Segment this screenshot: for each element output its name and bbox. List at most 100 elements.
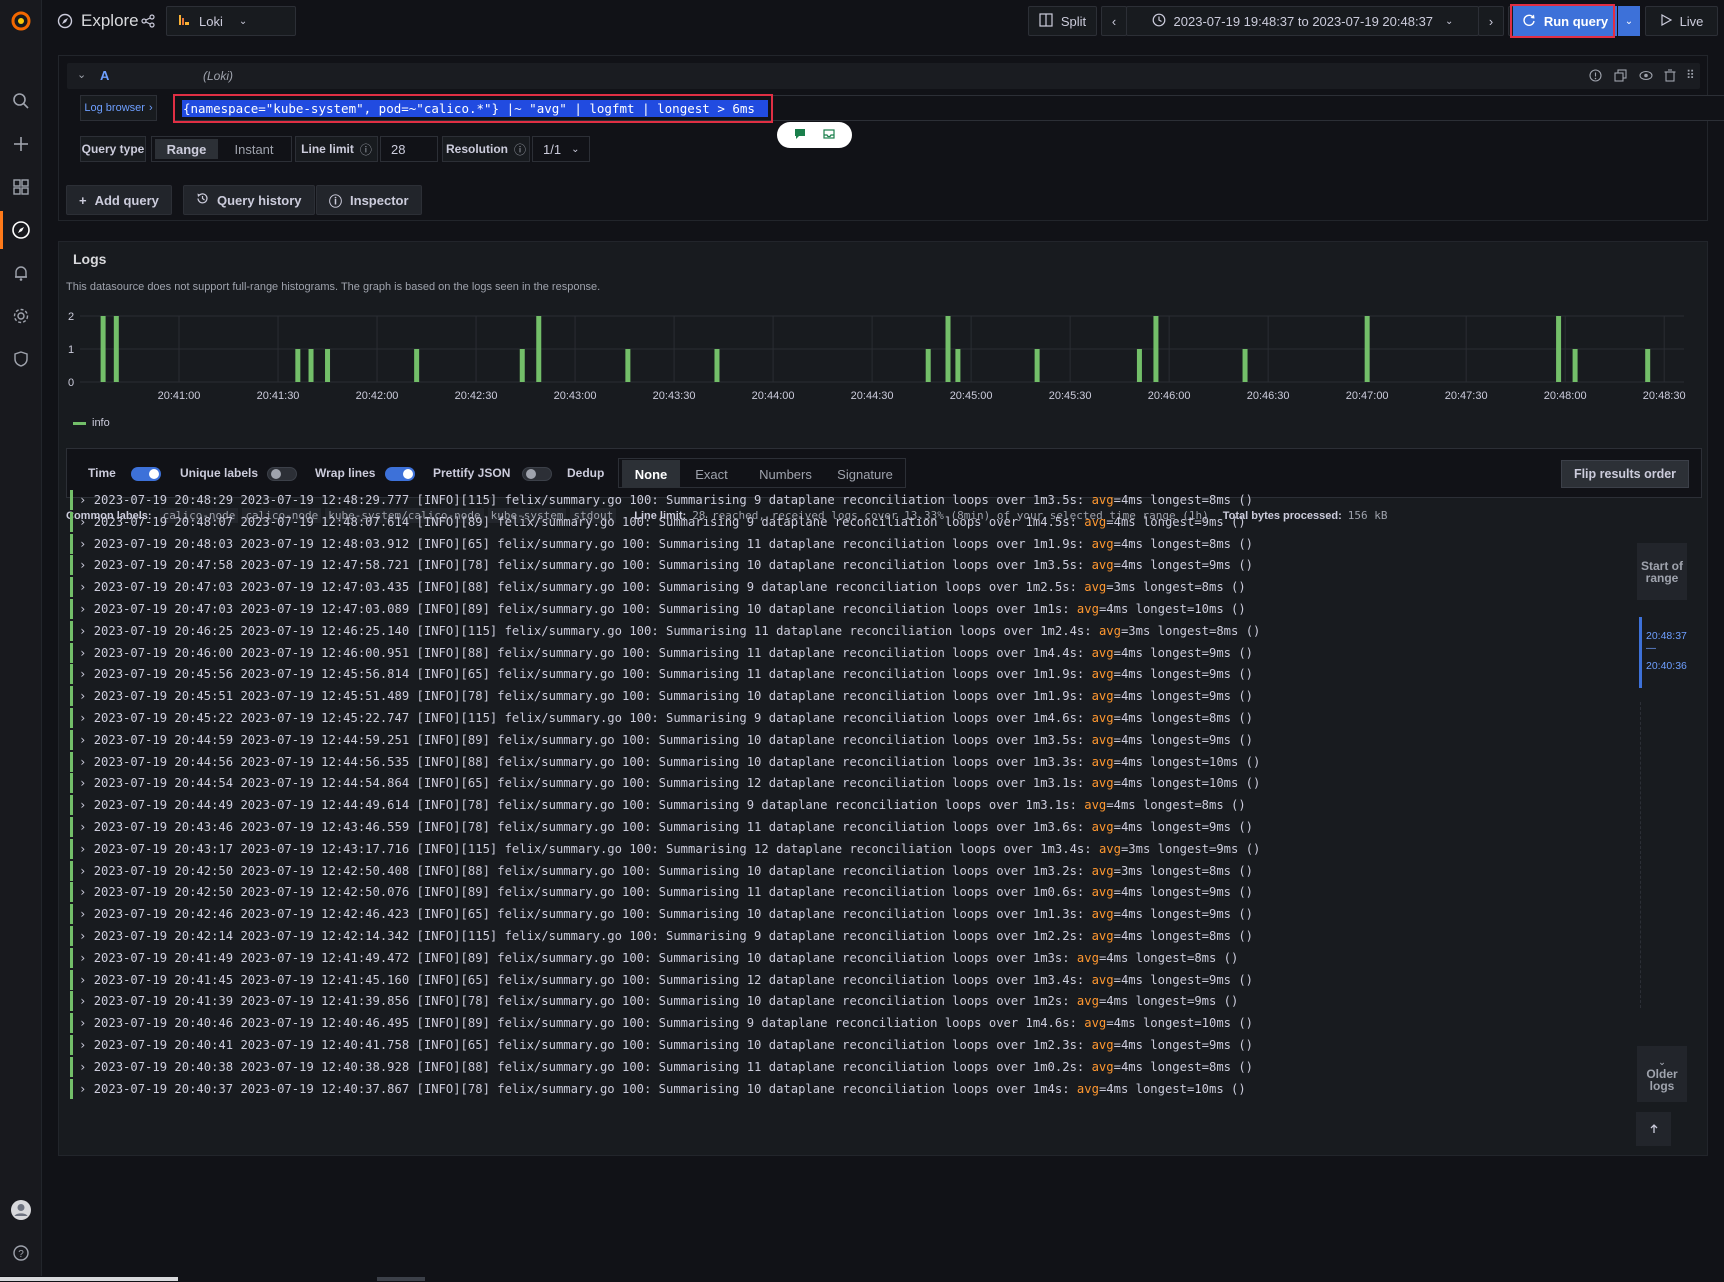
chevron-right-icon[interactable]: › <box>79 1038 94 1052</box>
log-row[interactable]: › 2023-07-19 20:42:46 2023-07-19 12:42:4… <box>70 904 1610 925</box>
older-logs-button[interactable]: ⌄ Older logs <box>1637 1046 1687 1102</box>
chevron-right-icon[interactable]: › <box>79 842 94 856</box>
log-row[interactable]: › 2023-07-19 20:42:50 2023-07-19 12:42:5… <box>70 882 1610 903</box>
log-row[interactable]: › 2023-07-19 20:46:25 2023-07-19 12:46:2… <box>70 620 1610 641</box>
log-row[interactable]: › 2023-07-19 20:44:59 2023-07-19 12:44:5… <box>70 729 1610 750</box>
collapse-chevron-icon[interactable]: ⌄ <box>77 68 86 81</box>
dashboards-icon[interactable] <box>8 174 34 200</box>
time-toggle[interactable] <box>131 467 161 481</box>
chevron-right-icon[interactable]: › <box>79 493 94 507</box>
log-row[interactable]: › 2023-07-19 20:46:00 2023-07-19 12:46:0… <box>70 642 1610 663</box>
histogram-bar[interactable] <box>113 316 119 382</box>
histogram-bar[interactable] <box>1364 316 1370 382</box>
chevron-right-icon[interactable]: › <box>79 667 94 681</box>
log-row[interactable]: › 2023-07-19 20:44:49 2023-07-19 12:44:4… <box>70 795 1610 816</box>
log-row[interactable]: › 2023-07-19 20:40:41 2023-07-19 12:40:4… <box>70 1035 1610 1055</box>
chevron-right-icon[interactable]: › <box>79 951 94 965</box>
help-icon[interactable]: ? <box>8 1240 34 1266</box>
trash-icon[interactable] <box>1664 69 1676 85</box>
histogram-bar[interactable] <box>295 349 301 382</box>
log-row[interactable]: › 2023-07-19 20:40:37 2023-07-19 12:40:3… <box>70 1078 1610 1099</box>
histogram-bar[interactable] <box>1136 349 1142 382</box>
log-row[interactable]: › 2023-07-19 20:44:56 2023-07-19 12:44:5… <box>70 751 1610 772</box>
chevron-right-icon[interactable]: › <box>79 820 94 834</box>
histogram-bar[interactable] <box>1153 316 1159 382</box>
flip-results-order-button[interactable]: Flip results order <box>1561 460 1689 488</box>
log-row[interactable]: › 2023-07-19 20:47:03 2023-07-19 12:47:0… <box>70 577 1610 598</box>
log-row[interactable]: › 2023-07-19 20:47:58 2023-07-19 12:47:5… <box>70 555 1610 576</box>
time-back-button[interactable]: ‹ <box>1101 6 1127 36</box>
chevron-right-icon[interactable]: › <box>79 515 94 529</box>
log-row[interactable]: › 2023-07-19 20:40:38 2023-07-19 12:40:3… <box>70 1056 1610 1077</box>
query-type-instant[interactable]: Instant <box>220 139 288 159</box>
histogram-bar[interactable] <box>1572 349 1578 382</box>
histogram-bar[interactable] <box>945 316 951 382</box>
scrollbar-thumb[interactable] <box>0 1277 178 1281</box>
add-query-button[interactable]: + Add query <box>66 185 172 215</box>
chevron-right-icon[interactable]: › <box>79 711 94 725</box>
chevron-right-icon[interactable]: › <box>79 646 94 660</box>
chevron-right-icon[interactable]: › <box>79 558 94 572</box>
chevron-right-icon[interactable]: › <box>79 929 94 943</box>
query-ref-id[interactable]: A <box>100 68 109 83</box>
histogram-bar[interactable] <box>325 349 331 382</box>
histogram-bar[interactable] <box>536 316 542 382</box>
log-browser-button[interactable]: Log browser › <box>80 95 157 121</box>
chevron-right-icon[interactable]: › <box>79 1016 94 1030</box>
log-row[interactable]: › 2023-07-19 20:45:22 2023-07-19 12:45:2… <box>70 708 1610 728</box>
search-icon[interactable] <box>8 88 34 114</box>
drag-handle-icon[interactable]: ⠿ <box>1686 68 1695 82</box>
inspector-button[interactable]: ⓘ Inspector <box>316 185 422 215</box>
resolution-select[interactable]: 1/1 ⌄ <box>532 136 590 162</box>
dedup-exact[interactable]: Exact <box>680 460 743 488</box>
histogram-bar[interactable] <box>955 349 961 382</box>
settings-gear-icon[interactable] <box>8 303 34 329</box>
log-row[interactable]: › 2023-07-19 20:43:46 2023-07-19 12:43:4… <box>70 817 1610 837</box>
run-query-dropdown[interactable]: ⌄ <box>1618 6 1640 36</box>
explore-compass-icon[interactable] <box>8 217 34 243</box>
histogram-bar[interactable] <box>714 349 720 382</box>
log-row[interactable]: › 2023-07-19 20:48:03 2023-07-19 12:48:0… <box>70 533 1610 554</box>
query-type-range[interactable]: Range <box>155 139 218 159</box>
duplicate-icon[interactable] <box>1614 69 1627 85</box>
feedback-inbox-icon[interactable] <box>822 127 836 144</box>
chevron-right-icon[interactable]: › <box>79 994 94 1008</box>
chevron-right-icon[interactable]: › <box>79 885 94 899</box>
chevron-right-icon[interactable]: › <box>79 1060 94 1074</box>
alerting-bell-icon[interactable] <box>8 260 34 286</box>
line-limit-input[interactable]: 28 <box>380 136 438 162</box>
histogram-bar[interactable] <box>308 349 314 382</box>
chevron-right-icon[interactable]: › <box>79 624 94 638</box>
log-row[interactable]: › 2023-07-19 20:40:46 2023-07-19 12:40:4… <box>70 1013 1610 1034</box>
split-button[interactable]: Split <box>1028 6 1097 36</box>
histogram-legend[interactable]: info <box>73 417 110 429</box>
grafana-logo-icon[interactable] <box>8 8 34 34</box>
log-row[interactable]: › 2023-07-19 20:45:56 2023-07-19 12:45:5… <box>70 664 1610 685</box>
log-row[interactable]: › 2023-07-19 20:42:50 2023-07-19 12:42:5… <box>70 860 1610 881</box>
chevron-right-icon[interactable]: › <box>79 1082 94 1096</box>
prettify-json-toggle[interactable] <box>522 467 552 481</box>
histogram-bar[interactable] <box>100 316 106 382</box>
log-row[interactable]: › 2023-07-19 20:41:45 2023-07-19 12:41:4… <box>70 969 1610 990</box>
chevron-right-icon[interactable]: › <box>79 973 94 987</box>
chevron-right-icon[interactable]: › <box>79 755 94 769</box>
query-history-button[interactable]: Query history <box>183 185 315 215</box>
chevron-right-icon[interactable]: › <box>79 537 94 551</box>
log-row[interactable]: › 2023-07-19 20:48:07 2023-07-19 12:48:0… <box>70 511 1610 532</box>
scroll-to-top-button[interactable] <box>1636 1112 1671 1146</box>
live-button[interactable]: Live <box>1645 6 1718 36</box>
chevron-right-icon[interactable]: › <box>79 580 94 594</box>
feedback-chat-icon[interactable] <box>793 127 807 144</box>
histogram-bar[interactable] <box>519 349 525 382</box>
chevron-right-icon[interactable]: › <box>79 602 94 616</box>
histogram-bar[interactable] <box>1645 349 1651 382</box>
eye-icon[interactable] <box>1639 69 1653 85</box>
log-row[interactable]: › 2023-07-19 20:43:17 2023-07-19 12:43:1… <box>70 838 1610 859</box>
histogram-bar[interactable] <box>925 349 931 382</box>
histogram-bar[interactable] <box>1556 316 1562 382</box>
chevron-right-icon[interactable]: › <box>79 864 94 878</box>
dedup-numbers[interactable]: Numbers <box>743 460 828 488</box>
user-avatar-icon[interactable] <box>8 1197 34 1223</box>
unique-labels-toggle[interactable] <box>267 467 297 481</box>
log-row[interactable]: › 2023-07-19 20:41:49 2023-07-19 12:41:4… <box>70 947 1610 968</box>
